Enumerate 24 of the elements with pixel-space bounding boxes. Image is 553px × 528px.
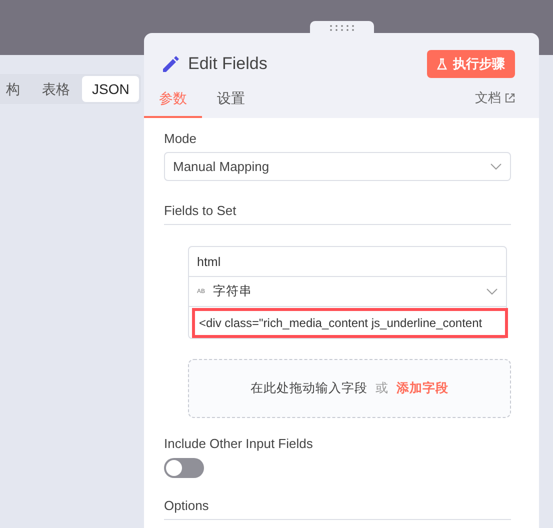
external-link-icon	[505, 93, 515, 103]
field-value-input[interactable]: <div class="rich_media_content js_underline_content	[192, 308, 508, 338]
or-text: 或	[376, 380, 388, 397]
toggle-switch[interactable]	[164, 458, 204, 478]
pencil-icon	[161, 54, 180, 74]
mode-select[interactable]: Manual Mapping	[164, 152, 511, 181]
chevron-down-icon	[490, 163, 502, 170]
docs-link[interactable]: 文档	[475, 89, 515, 118]
grip-icon	[329, 25, 355, 31]
view-tab[interactable]: 构	[0, 76, 30, 102]
drag-handle[interactable]	[310, 21, 374, 33]
view-tab[interactable]: 表格	[32, 76, 80, 102]
panel-title: Edit Fields	[188, 54, 268, 74]
chevron-down-icon	[486, 288, 498, 295]
field-label: Mode	[164, 131, 198, 146]
flask-icon	[437, 58, 447, 70]
section-heading: Fields to Set	[164, 203, 238, 218]
field-label: Include Other Input Fields	[164, 436, 314, 451]
view-tab[interactable]: JSON	[82, 76, 140, 102]
section-heading: Options	[164, 498, 210, 513]
drop-hint: 在此处拖动输入字段	[250, 380, 368, 397]
field-name-input[interactable]: html	[189, 247, 506, 277]
panel-tab[interactable]: 设置	[202, 88, 260, 118]
type-value: 字符串	[213, 283, 254, 300]
